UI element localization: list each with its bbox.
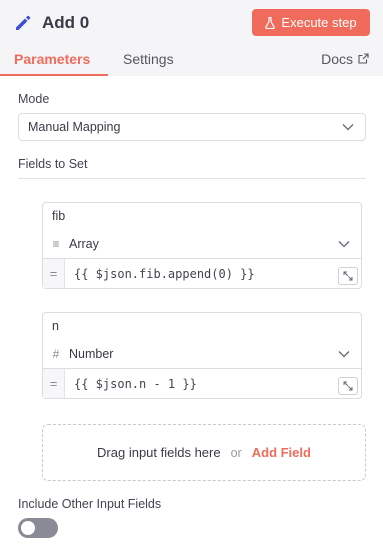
expand-icon — [343, 381, 353, 391]
chevron-down-icon — [338, 240, 350, 247]
tab-settings[interactable]: Settings — [123, 51, 174, 67]
docs-link[interactable]: Docs — [321, 51, 369, 67]
list-icon: ≡ — [52, 236, 60, 251]
title-row: Add 0 — [12, 10, 89, 36]
expression-mode-icon: = — [43, 259, 65, 288]
add-field-button[interactable]: Add Field — [252, 445, 311, 460]
field-name-value: fib — [52, 209, 66, 223]
chevron-down-icon — [338, 350, 350, 357]
execute-step-button[interactable]: Execute step — [252, 9, 370, 36]
expression-text: {{ $json.fib.append(0) }} — [74, 266, 255, 281]
drop-zone-text: Drag input fields here — [97, 445, 221, 460]
field-type-value: Number — [69, 346, 114, 361]
field-type-value: Array — [69, 236, 99, 251]
field-name-value: n — [52, 319, 59, 333]
field-type-select[interactable]: # Number — [42, 339, 362, 369]
field-drop-zone[interactable]: Drag input fields here or Add Field — [42, 424, 366, 481]
pencil-icon[interactable] — [12, 12, 34, 34]
mode-select-value: Manual Mapping — [28, 120, 121, 134]
node-header: Add 0 Execute step Parameters Settings D… — [0, 0, 383, 76]
open-expression-editor-button[interactable] — [338, 377, 358, 395]
tab-bar: Parameters Settings Docs — [0, 44, 383, 76]
field-value-expression[interactable]: = {{ $json.n - 1 }} — [42, 369, 362, 399]
expression-mode-icon: = — [43, 369, 65, 398]
drop-zone-or: or — [230, 445, 242, 460]
flask-icon — [265, 16, 276, 29]
execute-step-label: Execute step — [281, 15, 357, 30]
field-name-input[interactable]: n — [42, 312, 362, 340]
mode-label: Mode — [18, 92, 50, 106]
open-expression-editor-button[interactable] — [338, 267, 358, 285]
expand-icon — [343, 271, 353, 281]
chevron-down-icon — [342, 124, 354, 131]
node-title[interactable]: Add 0 — [42, 13, 89, 33]
hash-icon: # — [52, 346, 60, 361]
include-other-fields-label: Include Other Input Fields — [18, 497, 162, 511]
field-value-expression[interactable]: = {{ $json.fib.append(0) }} — [42, 259, 362, 289]
fields-to-set-label: Fields to Set — [18, 157, 88, 171]
expression-text: {{ $json.n - 1 }} — [74, 376, 197, 391]
tab-parameters[interactable]: Parameters — [14, 51, 90, 67]
mode-select[interactable]: Manual Mapping — [18, 113, 366, 141]
section-divider — [18, 178, 366, 179]
field-type-select[interactable]: ≡ Array — [42, 229, 362, 259]
field-name-input[interactable]: fib — [42, 202, 362, 230]
external-link-icon — [358, 51, 369, 67]
docs-label: Docs — [321, 51, 353, 67]
include-other-fields-toggle[interactable] — [18, 518, 58, 538]
active-tab-indicator — [0, 74, 108, 76]
toggle-knob — [21, 521, 35, 535]
